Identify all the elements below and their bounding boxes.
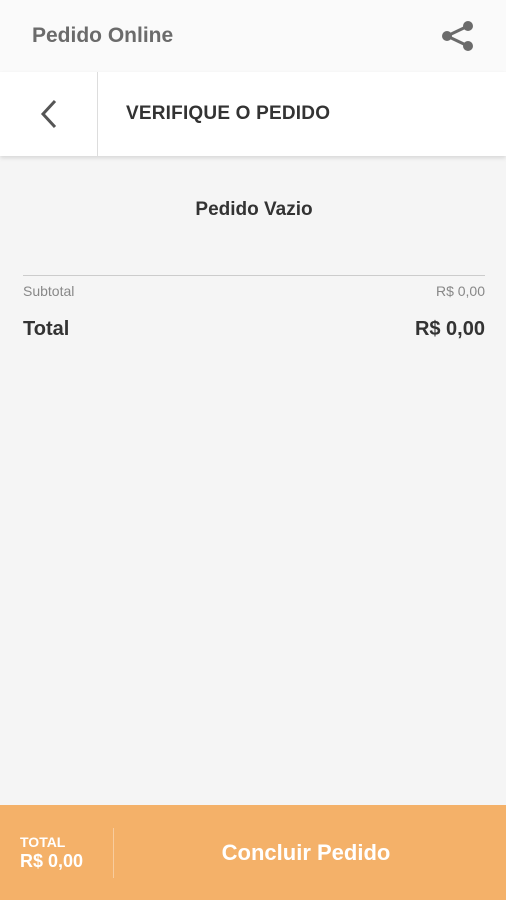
empty-order-message: Pedido Vazio xyxy=(195,199,313,220)
app-title: Pedido Online xyxy=(32,24,174,47)
footer-total: TOTAL R$ 0,00 xyxy=(0,827,114,878)
total-label: Total xyxy=(23,318,70,340)
page-header: VERIFIQUE O PEDIDO xyxy=(0,72,506,156)
subtotal-row: Subtotal R$ 0,00 xyxy=(23,283,485,299)
back-button[interactable] xyxy=(0,72,98,156)
app-bar: Pedido Online xyxy=(0,0,506,72)
subtotal-value: R$ 0,00 xyxy=(435,283,485,299)
total-value: R$ 0,00 xyxy=(414,318,485,340)
subtotal-label: Subtotal xyxy=(23,283,75,299)
divider xyxy=(23,275,485,276)
checkout-footer: TOTAL R$ 0,00 Concluir Pedido xyxy=(0,805,506,900)
share-icon xyxy=(442,21,473,51)
footer-total-label: TOTAL xyxy=(20,833,66,850)
page-title: VERIFIQUE O PEDIDO xyxy=(126,103,331,124)
total-row: Total R$ 0,00 xyxy=(23,318,485,341)
share-button[interactable] xyxy=(438,16,478,56)
footer-total-value: R$ 0,00 xyxy=(20,850,84,871)
order-summary: Pedido Vazio Subtotal R$ 0,00 Total R$ 0… xyxy=(23,156,485,341)
conclude-order-button[interactable]: Concluir Pedido xyxy=(114,805,506,900)
chevron-left-icon xyxy=(40,99,56,129)
